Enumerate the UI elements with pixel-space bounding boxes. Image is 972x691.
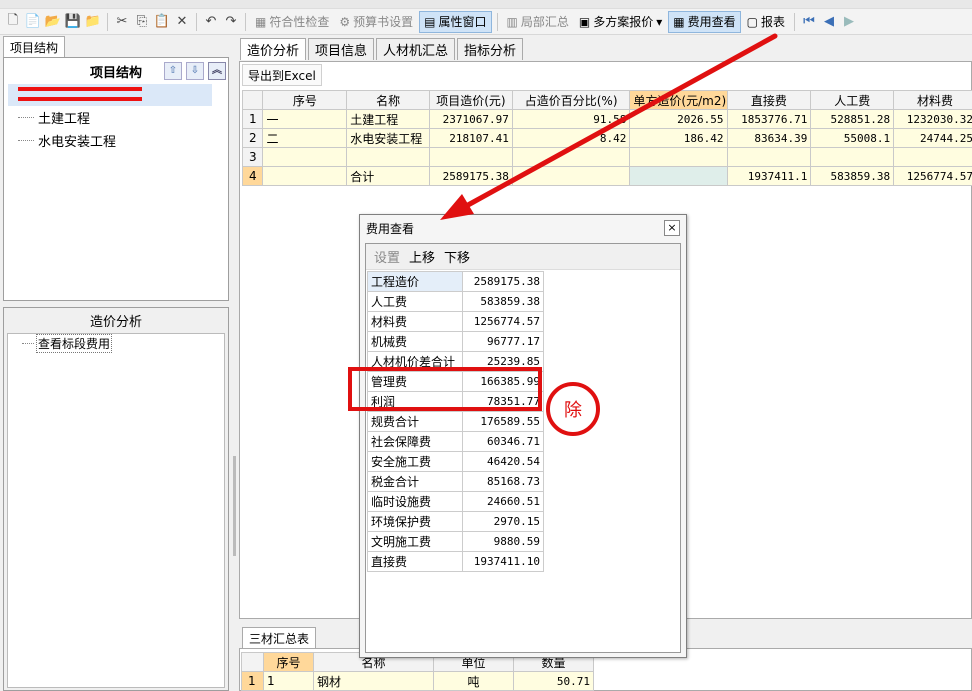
annotation-arrow	[440, 33, 778, 220]
